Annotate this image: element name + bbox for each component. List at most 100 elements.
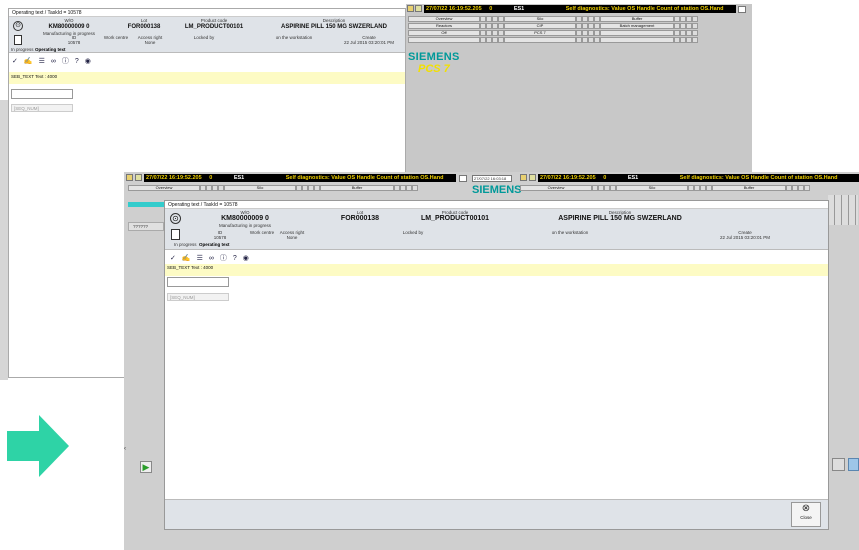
wo-status: Manufacturing in progress [218,223,272,228]
bg-operating-text-label: Operating text [35,47,66,52]
eye-icon[interactable]: ◉ [85,57,91,65]
pcs7-logo: PCS 7 [418,63,450,75]
mid-siemens-logo: SIEMENS [472,184,522,196]
lot-value: FOR000138 [340,215,380,222]
bg-window-title: Operating text / TaskId = 10578 [9,9,405,17]
bg-wo-value: KM80000009 0 [48,24,90,30]
info-icon[interactable]: ⓘ [220,253,227,263]
help-icon[interactable]: ? [233,255,237,262]
mid-alarm-bell-icon[interactable] [126,174,133,181]
bg-target-icon: ⊙ [13,21,23,31]
bg-product-code-value: LM_PRODUCT00101 [184,24,244,30]
list-icon[interactable]: ☰ [197,254,203,262]
right-side-grid [828,195,858,225]
work-centre-label: Work centre [249,230,275,235]
id-value: 10578 [213,235,227,240]
binoculars-icon[interactable]: ∞ [209,255,214,262]
toolbar: ✓ ✍ ☰ ∞ ⓘ ? ◉ [170,253,249,263]
state-text: In progress [174,242,197,247]
mid-alarm-ack-icon[interactable] [135,174,142,181]
mid-alarm-stamp: 27/07/22 16:03:18 [472,175,512,182]
create-value: 22 Jul 2015 03:20:01 PM [719,235,771,240]
nav-cip[interactable]: CIP [504,23,576,29]
sb-text: SEB_TEXT Text : 4000 [165,264,828,276]
play-icon[interactable]: ▶ [140,461,152,473]
alarm-message: Self diagnostics: Value OS Handle Count … [565,6,724,12]
check-icon[interactable]: ✓ [12,57,18,65]
mid-nav-row-1: Overview Silo Buffer [128,185,418,191]
alarm-ack-icon[interactable] [415,5,422,12]
eye-icon[interactable]: ◉ [243,254,249,262]
right-alarm-line: 27/07/22 16:19:52.205 0 ES1 Self diagnos… [538,174,859,182]
right-alarm-ack-icon[interactable] [529,174,536,181]
signature-icon[interactable]: ✍ [182,254,191,262]
mid-alarm-expand-icon[interactable] [459,175,467,182]
help-icon[interactable]: ? [75,58,79,65]
close-label: Close [800,515,812,520]
seq-placeholder: [SEQ_NUM] [167,293,229,301]
bg-id-value: 10578 [67,40,81,45]
mid-alarm-line: 27/07/22 16:19:52.205 0 ES1 Self diagnos… [144,174,456,182]
siemens-logo: SIEMENS [408,51,460,63]
close-button[interactable]: ⊗ Close [791,502,821,527]
bg-create-value: 22 Jul 2015 03:20:01 PM [343,40,395,45]
left-scroll-arrow-icon[interactable]: ‹ [124,446,130,456]
alarm-expand-icon[interactable] [738,6,746,13]
mid-grey-value: ?????? [128,222,164,231]
bg-sb-text: SEB_TEXT Text : 4000 [9,72,405,84]
bg-state-text: In progress [11,47,34,52]
nav-row-2: Reactors CIP Batch management [408,23,698,29]
product-code-value: LM_PRODUCT00101 [420,215,490,222]
bg-lot-value: FOR000138 [127,24,161,30]
alarm-num: 0 [489,6,493,12]
right-nav-row-1: Overview Silo Buffer [520,185,810,191]
operating-text-window: Operating text / TaskId = 10578 ⊙ W/O KM… [164,200,829,530]
bg-doc-icon [14,35,22,45]
bg-header-panel: ⊙ W/O KM80000009 0 Manufacturing in prog… [9,17,405,53]
nav-buffer[interactable]: Buffer [600,16,674,22]
bg-on-workstation-label: on the workstation [275,35,313,40]
access-right-value: None [286,235,298,240]
binoculars-icon[interactable]: ∞ [51,58,56,65]
bg-locked-by-label: Locked by [193,35,215,40]
window-title: Operating text / TaskId = 10578 [165,201,828,209]
wo-value: KM80000009 0 [221,215,269,222]
monitor-icon[interactable] [848,458,859,471]
target-icon: ⊙ [170,213,181,224]
nav-pcs7[interactable]: PCS 7 [504,30,576,36]
alarm-station: ES1 [513,6,525,12]
check-icon[interactable]: ✓ [170,254,176,262]
bg-toolbar: ✓ ✍ ☰ ∞ ⓘ ? ◉ [12,56,91,66]
info-icon[interactable]: ⓘ [62,56,69,66]
list-icon[interactable]: ☰ [39,57,45,65]
nav-off[interactable]: Off [408,30,480,36]
nav-overview[interactable]: Overview [408,16,480,22]
bg-seq-input[interactable] [11,89,73,99]
nav-row-1: Overview Silo Buffer [408,16,698,22]
operating-text-label: Operating text [199,242,230,247]
nav-row-3: Off PCS 7 [408,30,698,36]
printer-icon[interactable] [832,458,845,471]
alarm-bell-icon[interactable] [407,5,414,12]
signature-icon[interactable]: ✍ [24,57,33,65]
on-workstation-label: on the workstation [551,230,589,235]
description-value: ASPIRINE PILL 150 MG SWZERLAND [558,215,682,222]
bg-work-centre-label: Work centre [103,35,129,40]
right-alarm-bell-icon[interactable] [520,174,527,181]
nav-reactors[interactable]: Reactors [408,23,480,29]
footer-bar [165,499,828,529]
seq-input[interactable] [167,277,229,287]
nav-empty[interactable] [600,30,674,36]
locked-by-label: Locked by [402,230,424,235]
transition-arrow-icon [7,415,69,477]
nav-row-4 [408,37,698,43]
close-icon: ⊗ [801,503,811,514]
bg-description-value: ASPIRINE PILL 150 MG SWZERLAND [281,24,387,30]
bg-access-right-value: None [144,40,156,45]
nav-silo[interactable]: Silo [504,16,576,22]
alarm-line-top: 27/07/22 16:19:52.205 0 ES1 Self diagnos… [424,5,736,13]
doc-icon [171,229,180,240]
bg-seq-placeholder: [SEQ_NUM] [11,104,73,112]
alarm-date: 27/07/22 [426,6,448,12]
nav-batch-management[interactable]: Batch management [600,23,674,29]
